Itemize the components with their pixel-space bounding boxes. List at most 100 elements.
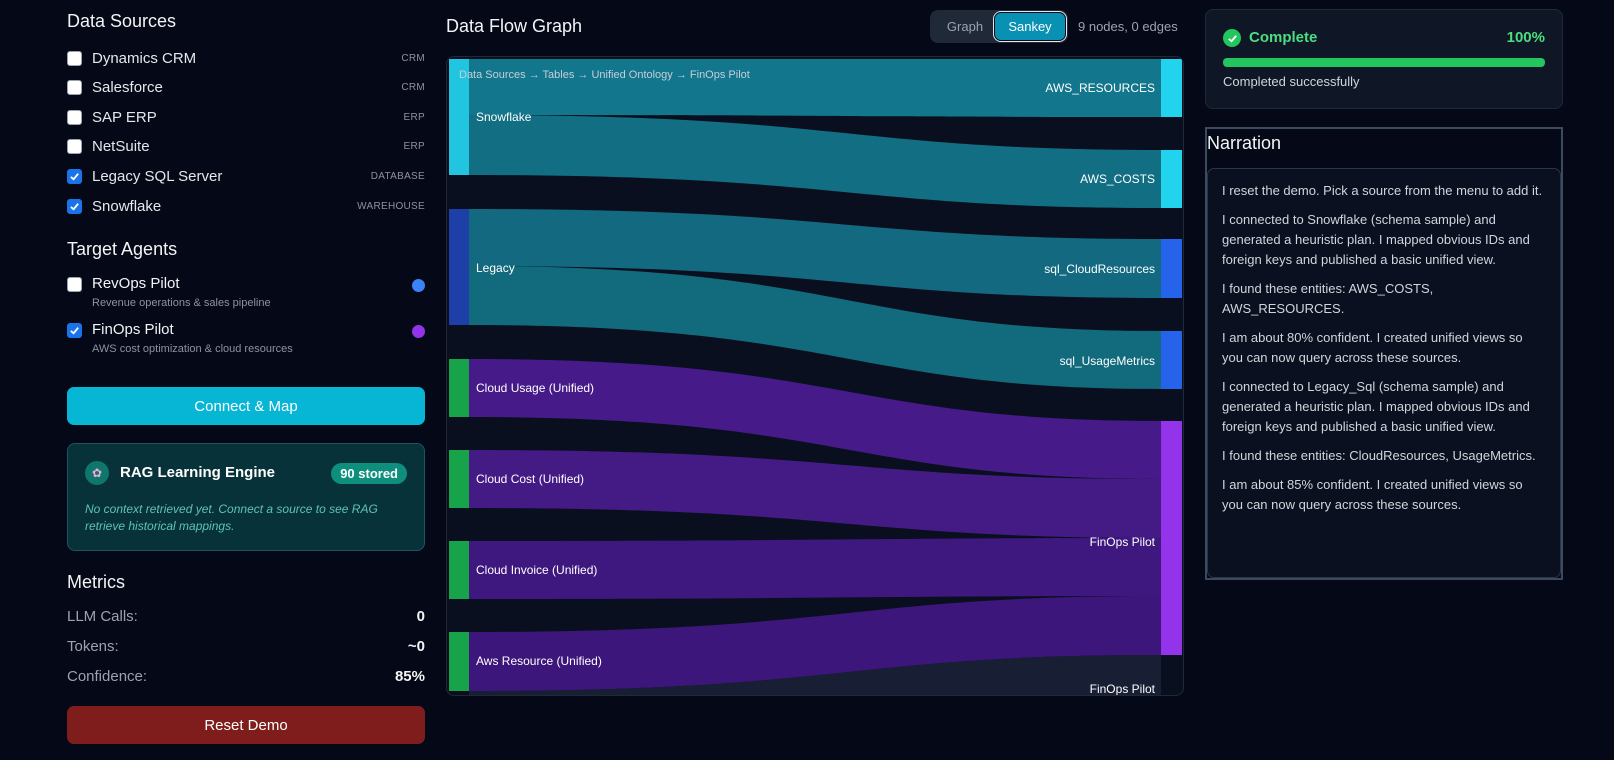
sankey-label: AWS_RESOURCES xyxy=(1045,81,1155,95)
rag-title: RAG Learning Engine xyxy=(120,464,276,481)
source-tag: DATABASE xyxy=(370,170,425,182)
metric-value: ~0 xyxy=(407,637,425,655)
checkbox[interactable] xyxy=(67,277,82,292)
narration-entry: I am about 85% confident. I created unif… xyxy=(1222,477,1523,512)
check-circle-icon xyxy=(1223,29,1241,47)
checkbox-checked[interactable] xyxy=(67,168,82,184)
sankey-node-finops-pilot xyxy=(1161,421,1182,655)
sankey-label: Legacy xyxy=(476,261,515,275)
sankey-node-cloud-invoice xyxy=(449,541,469,599)
sankey-node-sql-usagemetrics xyxy=(1161,331,1182,389)
narration-title: Narration xyxy=(1207,133,1282,153)
agent-name: RevOps Pilot xyxy=(92,275,180,292)
check-icon xyxy=(70,172,79,181)
metric-tokens: Tokens: ~0 xyxy=(67,636,425,656)
source-tag: CRM xyxy=(401,81,425,93)
source-salesforce[interactable]: Salesforce CRM xyxy=(67,76,425,98)
sankey-diagram: Data Sources → Tables → Unified Ontology… xyxy=(446,56,1184,696)
progress-bar xyxy=(1223,58,1545,67)
checkbox[interactable] xyxy=(67,50,82,66)
source-label: SAP ERP xyxy=(92,108,157,126)
source-label: Salesforce xyxy=(92,78,163,96)
source-snowflake[interactable]: Snowflake WAREHOUSE xyxy=(67,195,425,217)
agent-description: Revenue operations & sales pipeline xyxy=(92,297,271,309)
sankey-label: FinOps Pilot xyxy=(1090,682,1156,696)
reset-demo-button[interactable]: Reset Demo xyxy=(67,706,425,744)
progress-fill xyxy=(1223,58,1545,67)
source-tag: WAREHOUSE xyxy=(357,200,425,212)
source-legacy-sql-server[interactable]: Legacy SQL Server DATABASE xyxy=(67,165,425,187)
rag-stored-badge: 90 stored xyxy=(331,463,407,484)
narration-entry: I reset the demo. Pick a source from the… xyxy=(1222,183,1543,198)
sankey-node-sql-cloudresources xyxy=(1161,239,1182,298)
rag-learning-engine-card: ✿ RAG Learning Engine 90 stored No conte… xyxy=(67,443,425,551)
status-card: Complete 100% Completed successfully xyxy=(1205,9,1563,109)
checkbox-checked[interactable] xyxy=(67,198,82,214)
metric-confidence: Confidence: 85% xyxy=(67,666,425,686)
connect-map-button[interactable]: Connect & Map xyxy=(67,387,425,425)
metric-label: LLM Calls: xyxy=(67,607,138,625)
agent-color-dot xyxy=(412,279,425,292)
tab-sankey[interactable]: Sankey xyxy=(995,13,1065,40)
agent-finops-pilot[interactable]: FinOps Pilot AWS cost optimization & clo… xyxy=(67,321,425,361)
metric-llm-calls: LLM Calls: 0 xyxy=(67,606,425,626)
source-tag: ERP xyxy=(403,140,425,152)
agent-description: AWS cost optimization & cloud resources xyxy=(92,343,293,355)
sankey-label: Cloud Cost (Unified) xyxy=(476,472,584,486)
sankey-links xyxy=(469,59,1161,695)
checkbox[interactable] xyxy=(67,79,82,95)
narration-log[interactable]: I reset the demo. Pick a source from the… xyxy=(1207,168,1561,578)
source-netsuite[interactable]: NetSuite ERP xyxy=(67,135,425,157)
source-dynamics-crm[interactable]: Dynamics CRM CRM xyxy=(67,47,425,69)
sankey-label: AWS_COSTS xyxy=(1080,172,1155,186)
agent-color-dot xyxy=(412,325,425,338)
tab-graph[interactable]: Graph xyxy=(934,13,996,40)
sankey-label: Cloud Invoice (Unified) xyxy=(476,563,597,577)
data-sources-title: Data Sources xyxy=(67,11,177,31)
metric-value: 0 xyxy=(416,607,425,625)
agent-revops-pilot[interactable]: RevOps Pilot Revenue operations & sales … xyxy=(67,275,425,315)
sankey-node-legacy xyxy=(449,209,469,325)
sankey-label: sql_UsageMetrics xyxy=(1060,354,1155,368)
sankey-label: Snowflake xyxy=(476,110,532,124)
metric-value: 85% xyxy=(394,667,425,685)
sankey-label: Aws Resource (Unified) xyxy=(476,654,602,668)
node-edge-count: 9 nodes, 0 edges xyxy=(1078,19,1178,34)
source-label: Legacy SQL Server xyxy=(92,167,223,185)
graph-title: Data Flow Graph xyxy=(446,16,583,36)
sankey-label: sql_CloudResources xyxy=(1044,262,1155,276)
sankey-link xyxy=(469,115,1161,208)
narration-entry: I found these entities: CloudResources, … xyxy=(1222,448,1536,463)
check-icon xyxy=(70,327,79,335)
sankey-node-aws-costs xyxy=(1161,150,1182,208)
sankey-node-cloud-usage xyxy=(449,359,469,417)
source-tag: ERP xyxy=(403,111,425,123)
narration-entry: I connected to Legacy_Sql (schema sample… xyxy=(1222,379,1530,434)
sankey-node-aws-resource xyxy=(449,632,469,691)
narration-panel: Narration I reset the demo. Pick a sourc… xyxy=(1205,127,1563,580)
sankey-node-cloud-cost xyxy=(449,450,469,508)
source-label: NetSuite xyxy=(92,137,150,155)
narration-entry: I am about 80% confident. I created unif… xyxy=(1222,330,1523,365)
status-percent: 100% xyxy=(1506,29,1545,46)
source-sap-erp[interactable]: SAP ERP ERP xyxy=(67,106,425,128)
checkbox[interactable] xyxy=(67,138,82,154)
rag-note: No context retrieved yet. Connect a sour… xyxy=(85,502,378,533)
sankey-caption: Data Sources → Tables → Unified Ontology… xyxy=(459,69,750,81)
metrics-title: Metrics xyxy=(67,572,125,592)
metric-label: Tokens: xyxy=(67,637,119,655)
sankey-label: Cloud Usage (Unified) xyxy=(476,381,594,395)
target-agents-title: Target Agents xyxy=(67,239,178,259)
status-message: Completed successfully xyxy=(1223,74,1360,89)
metric-label: Confidence: xyxy=(67,667,148,685)
source-tag: CRM xyxy=(401,52,425,64)
checkbox[interactable] xyxy=(67,109,82,125)
narration-entry: I found these entities: AWS_COSTS, AWS_R… xyxy=(1222,281,1434,316)
source-label: Dynamics CRM xyxy=(92,49,197,67)
sankey-label: FinOps Pilot xyxy=(1090,535,1156,549)
source-label: Snowflake xyxy=(92,197,162,215)
status-title: Complete xyxy=(1249,29,1318,46)
narration-entry: I connected to Snowflake (schema sample)… xyxy=(1222,212,1530,267)
brain-icon: ✿ xyxy=(85,461,109,485)
checkbox-checked[interactable] xyxy=(67,323,82,338)
